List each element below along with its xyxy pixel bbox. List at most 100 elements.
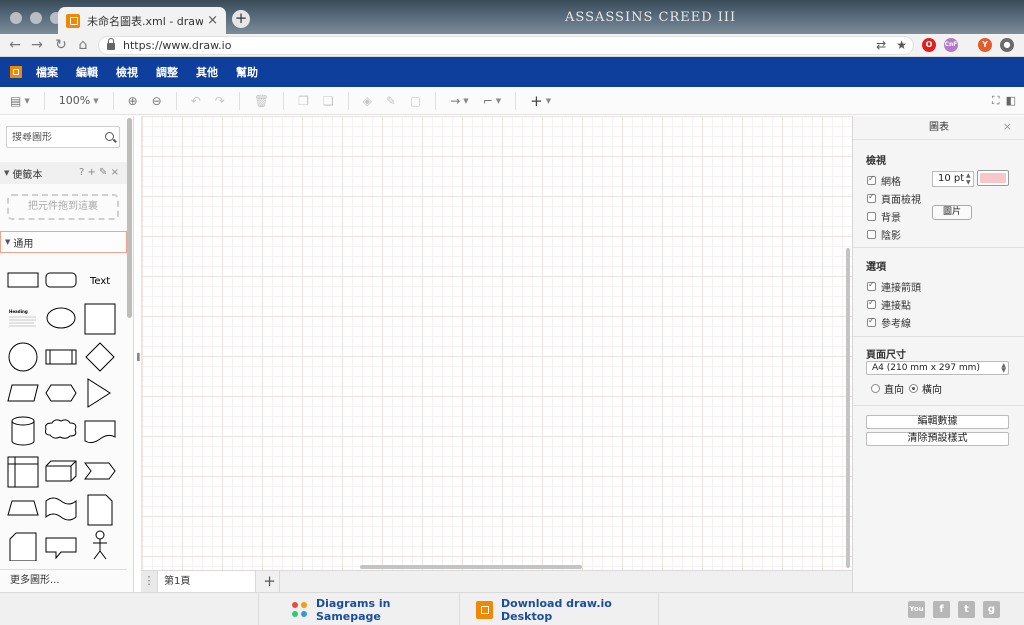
close-window-icon[interactable] — [10, 12, 22, 24]
shape-text[interactable]: Text — [89, 276, 110, 287]
general-shapes-header[interactable]: ▼ 通用 — [0, 231, 127, 253]
browser-menu-icon[interactable]: ● — [1000, 38, 1014, 52]
page-view-checkbox[interactable]: 頁面檢視 — [867, 191, 921, 206]
shape-ellipse — [46, 307, 76, 329]
fill-color-icon[interactable]: ◈ — [363, 94, 372, 108]
github-icon[interactable]: g — [983, 601, 1000, 618]
canvas-vertical-scrollbar[interactable] — [846, 248, 850, 568]
more-shapes-button[interactable]: 更多圖形... — [0, 569, 127, 592]
scratchpad-header[interactable]: ▼ 便籤本 ? + ✎ × — [0, 162, 127, 184]
grid-color-button[interactable] — [977, 170, 1009, 186]
opera-extension-icon[interactable]: O — [922, 38, 936, 52]
checkbox-icon[interactable] — [867, 212, 876, 221]
canvas-horizontal-scrollbar[interactable] — [360, 565, 582, 569]
paper-size-select[interactable]: A4 (210 mm x 297 mm) ▲ ▼ — [866, 361, 1009, 375]
home-icon[interactable]: ⌂ — [74, 37, 92, 53]
radio-icon[interactable] — [871, 384, 880, 393]
insert-icon[interactable]: + ▼ — [530, 92, 551, 110]
checkbox-icon[interactable] — [867, 230, 876, 239]
landscape-label: 橫向 — [922, 385, 942, 396]
diagram-canvas[interactable] — [141, 116, 852, 570]
tab-close-button[interactable]: × — [207, 13, 218, 28]
menu-file[interactable]: 檔案 — [36, 64, 58, 80]
minimize-window-icon[interactable] — [30, 12, 42, 24]
zoom-dropdown[interactable]: 100% ▼ — [59, 94, 99, 107]
waypoints-icon[interactable]: ⌐ ▼ — [483, 94, 501, 108]
scratchpad-drop-zone[interactable]: 把元件拖到這裏 — [7, 194, 119, 220]
footer-bar: Diagrams in Samepage Download draw.io De… — [0, 592, 1024, 625]
checkbox-icon[interactable] — [867, 280, 876, 291]
twitter-icon[interactable]: t — [958, 601, 975, 618]
format-panel-toggle-icon[interactable]: ▤ ▼ — [10, 94, 30, 108]
shadow-icon[interactable]: ▢ — [410, 94, 421, 108]
connection-arrows-checkbox[interactable]: 連接箭頭 — [867, 279, 921, 294]
connection-points-checkbox[interactable]: 連接點 — [867, 297, 911, 312]
add-page-button[interactable]: + — [260, 571, 280, 592]
window-controls[interactable] — [10, 12, 62, 24]
scratchpad-title: 便籤本 — [12, 169, 43, 181]
menu-view[interactable]: 檢視 — [116, 64, 138, 80]
undo-icon[interactable]: ↶ — [191, 94, 201, 108]
close-panel-icon[interactable]: × — [1003, 120, 1012, 133]
line-color-icon[interactable]: ✎ — [386, 94, 396, 108]
samepage-link[interactable]: Diagrams in Samepage — [258, 593, 459, 625]
fullscreen-icon[interactable]: ⛶ — [992, 94, 1000, 108]
sidebar-scrollbar[interactable] — [127, 118, 132, 318]
cnf-extension-icon[interactable]: CnF — [944, 38, 958, 52]
new-tab-button[interactable]: + — [232, 10, 250, 28]
shape-search-field[interactable] — [6, 126, 120, 148]
delete-icon[interactable]: 🗑 — [254, 94, 269, 108]
youtube-icon[interactable]: You — [908, 601, 925, 618]
to-back-icon[interactable]: ❏ — [323, 94, 334, 108]
landscape-radio[interactable]: 橫向 — [909, 381, 942, 396]
checkbox-icon[interactable] — [867, 298, 876, 309]
paper-size-value: A4 (210 mm x 297 mm) — [872, 363, 980, 373]
zoom-out-icon[interactable]: ⊖ — [152, 94, 162, 108]
shape-search-input[interactable] — [12, 131, 102, 143]
url-field[interactable]: ⇄ ★ — [98, 36, 914, 55]
checkbox-icon[interactable] — [867, 174, 876, 185]
background-image-button[interactable]: 圖片 — [932, 205, 972, 220]
bookmark-star-icon[interactable]: ★ — [896, 38, 907, 52]
search-icon[interactable] — [105, 132, 114, 141]
scratchpad-actions[interactable]: ? + ✎ × — [79, 167, 119, 178]
shadow-checkbox[interactable]: 陰影 — [867, 227, 901, 242]
pages-menu-icon[interactable]: ⋮ — [141, 571, 158, 592]
edit-data-button[interactable]: 編輯數據 — [866, 415, 1009, 429]
shadow-label: 陰影 — [881, 231, 901, 242]
grid-size-spinner[interactable]: ▲ ▼ — [966, 172, 971, 186]
samepage-icon — [292, 601, 308, 618]
page-tab-1[interactable]: 第1頁 — [158, 571, 256, 593]
download-desktop-label: Download draw.io Desktop — [501, 596, 612, 623]
collapse-panel-icon[interactable]: ◧ — [1006, 94, 1016, 108]
forward-arrow-icon[interactable]: → — [28, 37, 46, 53]
menu-edit[interactable]: 編輯 — [76, 64, 98, 80]
checkbox-icon[interactable] — [867, 316, 876, 327]
profile-avatar[interactable]: Y — [978, 38, 992, 52]
reload-icon[interactable]: ↻ — [52, 37, 70, 53]
checkbox-icon[interactable] — [867, 192, 876, 203]
translate-icon[interactable]: ⇄ — [876, 38, 886, 52]
facebook-icon[interactable]: f — [933, 601, 950, 618]
grid-checkbox[interactable]: 網格 — [867, 173, 901, 188]
connection-style-icon[interactable]: → ▼ — [450, 94, 468, 108]
menu-help[interactable]: 幫助 — [236, 64, 258, 80]
clear-default-style-button[interactable]: 清除預設樣式 — [866, 432, 1009, 446]
redo-icon[interactable]: ↷ — [215, 94, 225, 108]
background-checkbox[interactable]: 背景 — [867, 209, 901, 224]
guides-checkbox[interactable]: 參考線 — [867, 315, 911, 330]
menu-extras[interactable]: 其他 — [196, 64, 218, 80]
menu-arrange[interactable]: 調整 — [156, 64, 178, 80]
shape-heading[interactable]: Heading — [9, 309, 28, 314]
url-input[interactable] — [123, 39, 823, 52]
toolbar-divider — [347, 91, 349, 110]
zoom-in-icon[interactable]: ⊕ — [128, 94, 138, 108]
back-arrow-icon[interactable]: ← — [6, 37, 24, 53]
portrait-label: 直向 — [884, 385, 904, 396]
tab-title: 未命名圖表.xml - draw.io — [87, 14, 203, 28]
radio-icon[interactable] — [909, 384, 918, 393]
download-desktop-link[interactable]: Download draw.io Desktop — [459, 593, 659, 625]
to-front-icon[interactable]: ❐ — [298, 94, 309, 108]
browser-tab[interactable]: 未命名圖表.xml - draw.io × — [58, 7, 226, 34]
portrait-radio[interactable]: 直向 — [871, 381, 904, 396]
